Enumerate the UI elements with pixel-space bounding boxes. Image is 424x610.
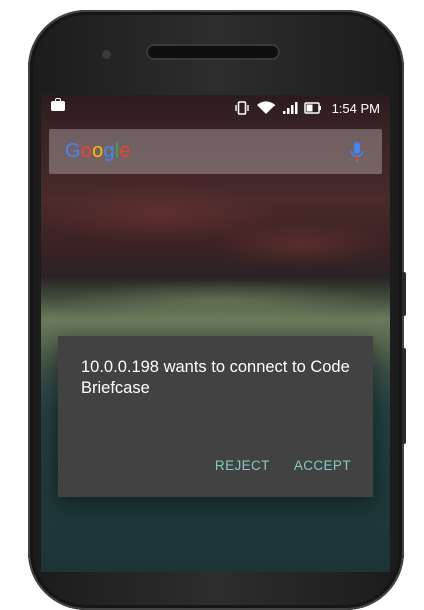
status-bar: 1:54 PM: [41, 95, 390, 121]
google-search-bar[interactable]: Google: [49, 129, 382, 174]
home-screen: 1:54 PM Google 10.0.0.198 wants to conne…: [41, 95, 390, 572]
connection-dialog: 10.0.0.198 wants to connect to Code Brie…: [58, 336, 373, 497]
google-logo-letter: e: [119, 140, 131, 162]
signal-icon: [282, 102, 298, 114]
power-button: [402, 272, 406, 316]
briefcase-icon: [51, 98, 65, 111]
google-logo-letter: o: [92, 140, 104, 162]
google-logo-letter: G: [65, 140, 81, 162]
google-logo-letter: g: [103, 140, 115, 162]
google-logo-letter: o: [80, 140, 93, 162]
reject-button[interactable]: REJECT: [215, 458, 270, 473]
dialog-actions: REJECT ACCEPT: [215, 458, 351, 473]
status-time: 1:54 PM: [331, 100, 380, 116]
mic-icon[interactable]: [350, 141, 364, 163]
google-logo: Google: [65, 140, 131, 163]
dialog-message: 10.0.0.198 wants to connect to Code Brie…: [81, 358, 350, 397]
battery-icon: [303, 102, 321, 114]
front-camera: [102, 50, 111, 59]
vibrate-icon: [234, 101, 249, 115]
status-icons: 1:54 PM: [234, 99, 380, 117]
earpiece-speaker: [148, 46, 278, 58]
volume-button: [402, 348, 406, 444]
accept-button[interactable]: ACCEPT: [294, 458, 351, 473]
wifi-icon: [256, 101, 275, 114]
